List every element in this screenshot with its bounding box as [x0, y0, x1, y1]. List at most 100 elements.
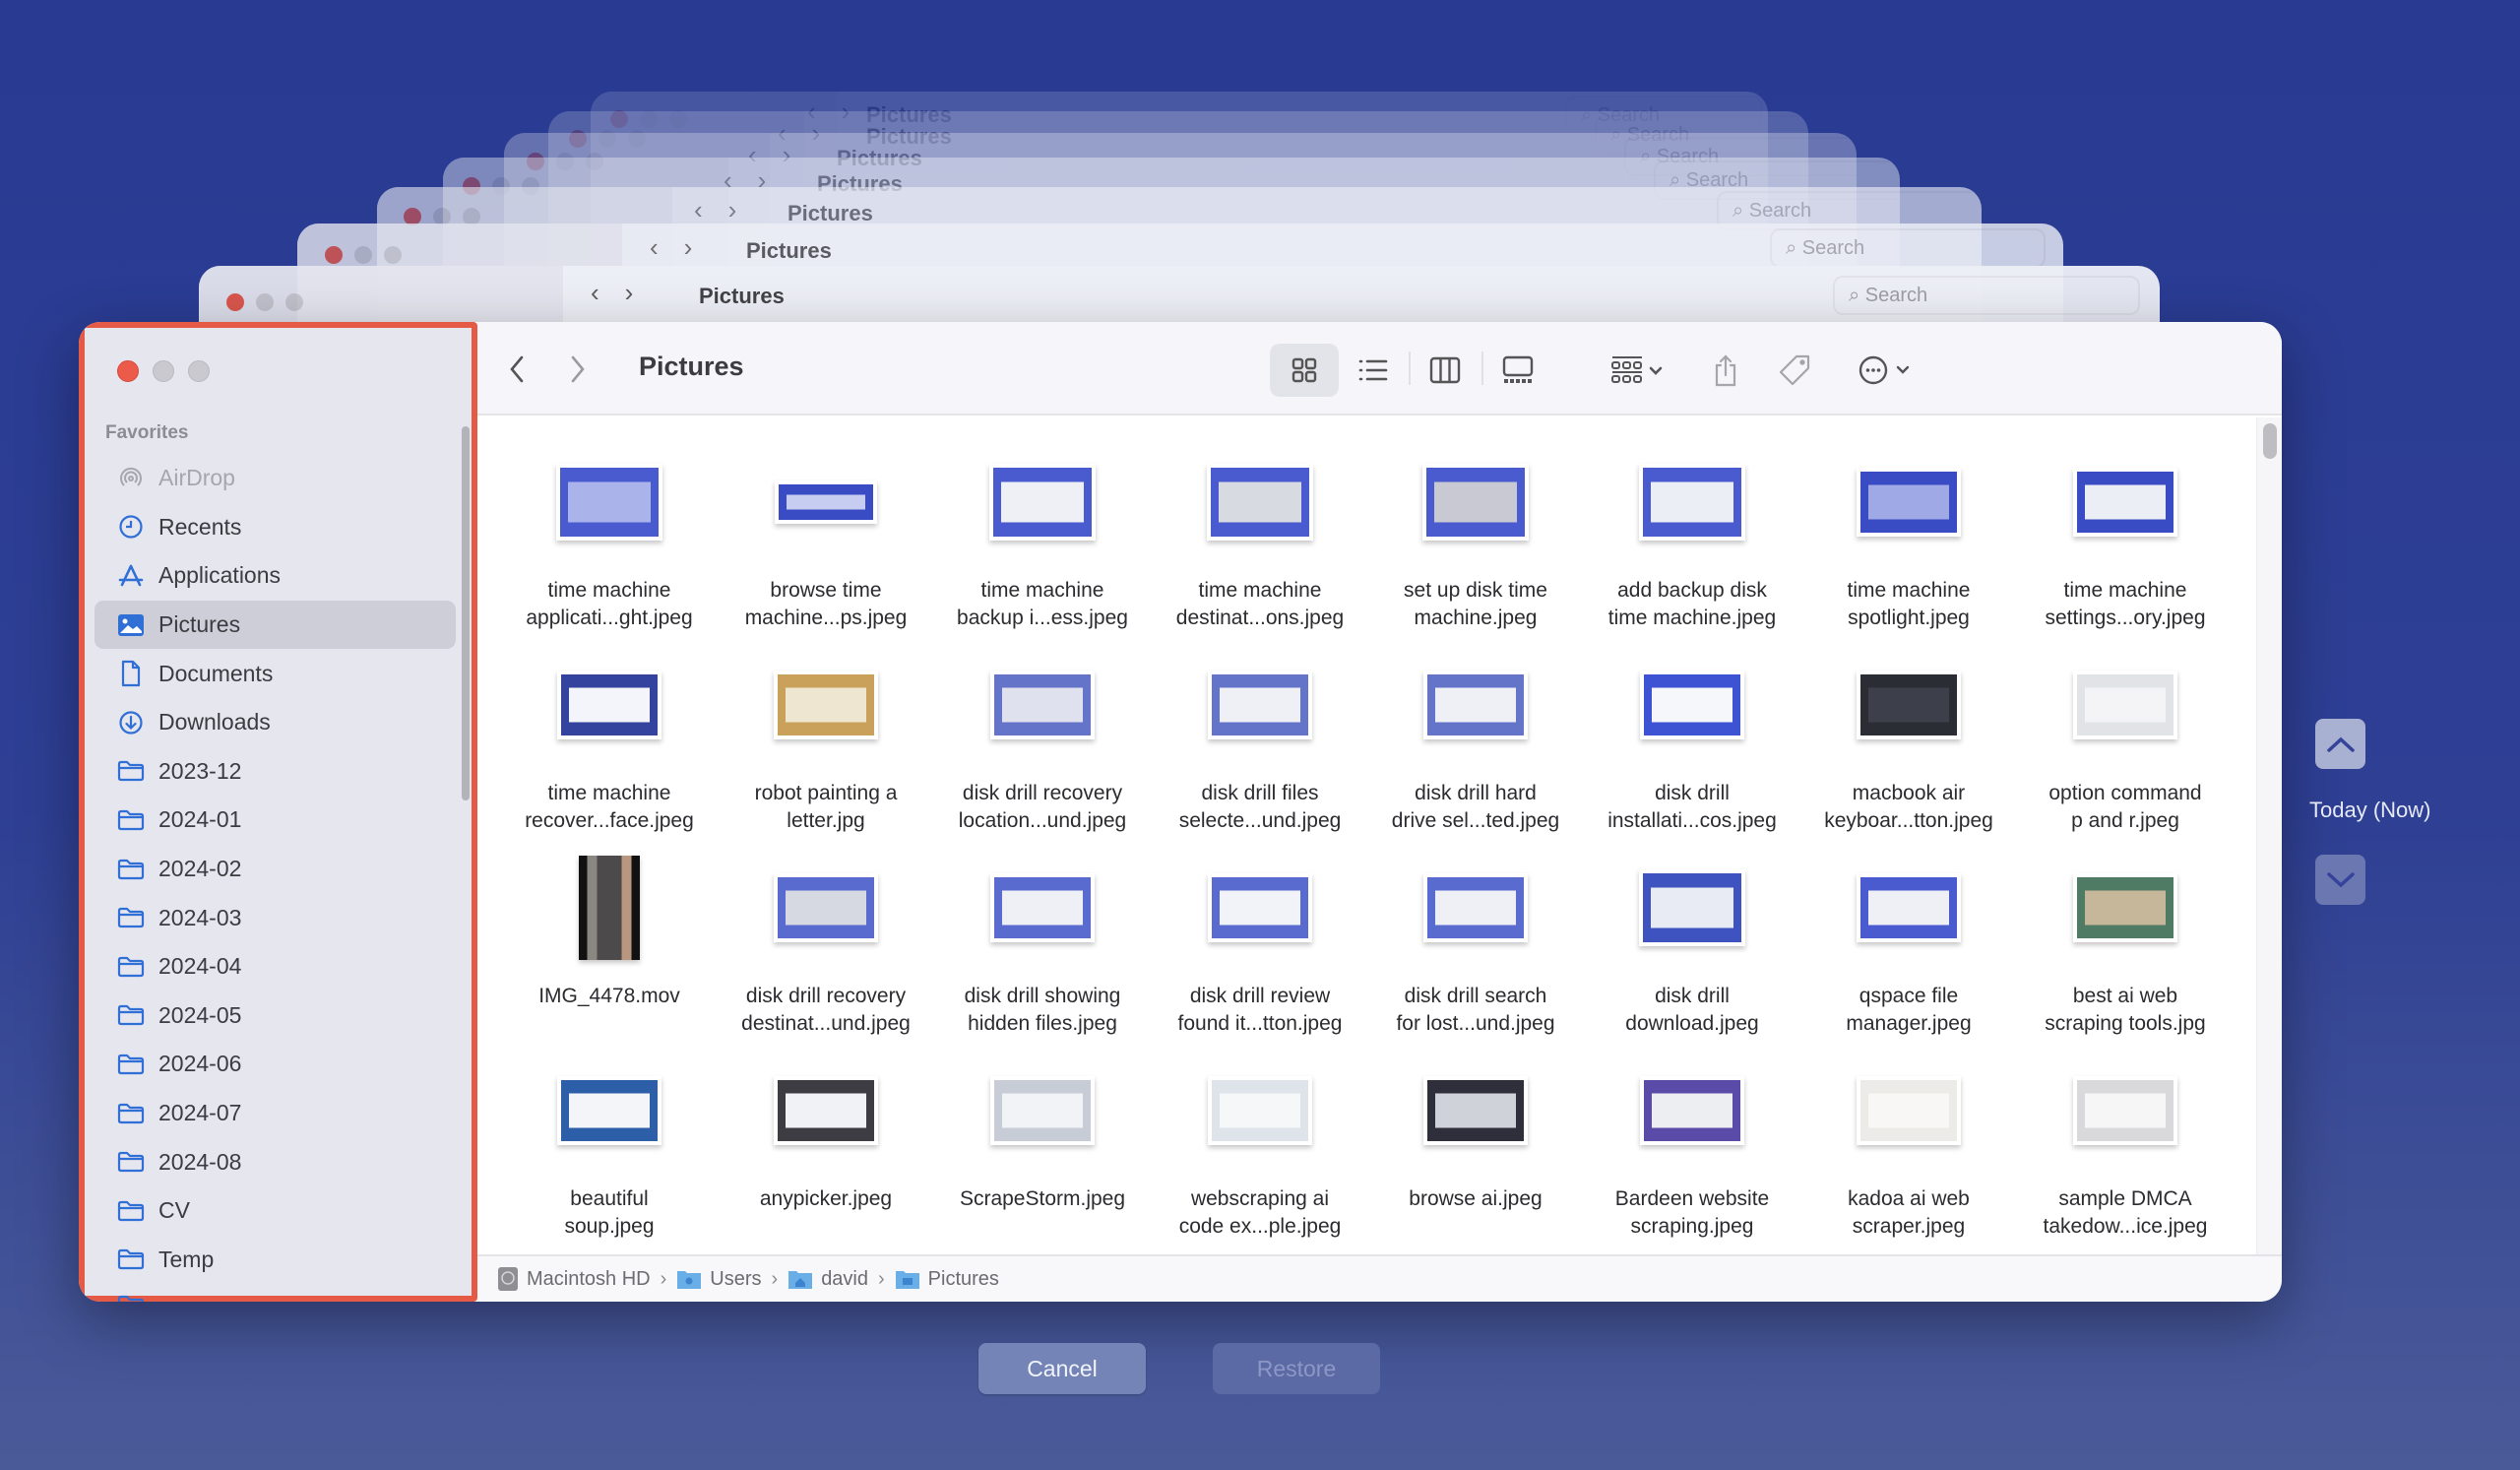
file-item[interactable]: disk drill review found it...tton.jpeg	[1157, 851, 1363, 1048]
file-item[interactable]: sample DMCA takedow...ice.jpeg	[2022, 1054, 2229, 1250]
file-item[interactable]: robot painting a letter.jpg	[723, 648, 929, 845]
file-item[interactable]: time machine spotlight.jpeg	[1805, 445, 2012, 642]
file-thumbnail	[2066, 648, 2184, 762]
history-nav-chevrons: ‹›	[591, 278, 660, 307]
sidebar-section-favorites: Favorites	[105, 422, 189, 443]
group-by-button[interactable]	[1600, 344, 1674, 397]
sidebar-item-2024-07[interactable]: 2024-07	[94, 1089, 456, 1138]
file-item[interactable]: disk drill recovery destinat...und.jpeg	[723, 851, 929, 1048]
sidebar-item-2024-02[interactable]: 2024-02	[94, 845, 456, 894]
sidebar-item-temp[interactable]: Temp	[94, 1236, 456, 1285]
sidebar-item-2024-04[interactable]: 2024-04	[94, 942, 456, 991]
list-view-button[interactable]	[1344, 344, 1403, 397]
file-item[interactable]: disk drill showing hidden files.jpeg	[939, 851, 1146, 1048]
file-item[interactable]: disk drill recovery location...und.jpeg	[939, 648, 1146, 845]
file-thumbnail	[1850, 445, 1968, 559]
file-name: browse time machine...ps.jpeg	[744, 579, 908, 629]
file-name: time machine settings...ory.jpeg	[2045, 579, 2206, 629]
file-name: kadoa ai web scraper.jpeg	[1848, 1187, 1970, 1238]
file-item[interactable]: qspace file manager.jpeg	[1805, 851, 2012, 1048]
path-crumb-david[interactable]: david	[788, 1268, 868, 1291]
file-thumbnail	[767, 445, 885, 559]
sidebar-item-downloads[interactable]: Downloads	[94, 698, 456, 747]
forward-button[interactable]	[558, 350, 598, 389]
timeline-up-button[interactable]	[2315, 719, 2365, 769]
file-item[interactable]: kadoa ai web scraper.jpeg	[1805, 1054, 2012, 1250]
file-item[interactable]: time machine settings...ory.jpeg	[2022, 445, 2229, 642]
folder-icon	[117, 1292, 145, 1302]
file-thumbnail	[2066, 1054, 2184, 1168]
grid-scrollbar-thumb[interactable]	[2263, 423, 2277, 459]
file-item[interactable]: time machine recover...face.jpeg	[506, 648, 713, 845]
file-item[interactable]: macbook air keyboar...tton.jpeg	[1805, 648, 2012, 845]
sidebar-item-2024-08[interactable]: 2024-08	[94, 1137, 456, 1186]
sidebar-item-2024-05[interactable]: 2024-05	[94, 991, 456, 1041]
timeline-down-button[interactable]	[2315, 855, 2365, 905]
sidebar-item-documents[interactable]: Documents	[94, 649, 456, 698]
share-button[interactable]	[1704, 344, 1747, 397]
file-item[interactable]: best ai web scraping tools.jpg	[2022, 851, 2229, 1048]
sidebar-item-label: 2024-01	[158, 806, 242, 833]
file-item[interactable]: browse time machine...ps.jpeg	[723, 445, 929, 642]
sidebar-item-2024-03[interactable]: 2024-03	[94, 893, 456, 942]
more-actions-button[interactable]	[1848, 344, 1922, 397]
path-crumb-users[interactable]: Users	[676, 1268, 762, 1291]
restore-button[interactable]: Restore	[1213, 1343, 1380, 1394]
sidebar-item-applications[interactable]: Applications	[94, 551, 456, 601]
column-view-button[interactable]	[1415, 344, 1476, 397]
file-name: set up disk time machine.jpeg	[1404, 579, 1547, 629]
file-item[interactable]: disk drill hard drive sel...ted.jpeg	[1372, 648, 1579, 845]
sidebar-item-pictures[interactable]: Pictures	[94, 600, 456, 650]
file-item[interactable]: browse ai.jpeg	[1372, 1054, 1579, 1250]
file-item[interactable]: time machine applicati...ght.jpeg	[506, 445, 713, 642]
zoom-button[interactable]	[188, 360, 210, 382]
cancel-button[interactable]: Cancel	[978, 1343, 1146, 1394]
grid-scrollbar[interactable]	[2256, 417, 2282, 1254]
file-thumbnail	[1633, 648, 1751, 762]
sidebar-item-label: AirDrop	[158, 465, 235, 491]
sidebar-item-2023-12[interactable]: 2023-12	[94, 747, 456, 797]
chevron-down-icon	[2326, 871, 2355, 887]
sidebar-item-recents[interactable]: Recents	[94, 503, 456, 552]
file-item[interactable]: disk drill download.jpeg	[1589, 851, 1796, 1048]
file-item[interactable]: set up disk time machine.jpeg	[1372, 445, 1579, 642]
folder-icon	[117, 856, 145, 883]
file-item[interactable]: ScrapeStorm.jpeg	[939, 1054, 1146, 1250]
file-thumbnail	[1417, 1054, 1535, 1168]
file-item[interactable]: time machine backup i...ess.jpeg	[939, 445, 1146, 642]
back-button[interactable]	[497, 350, 536, 389]
sidebar-item-airdrop[interactable]: AirDrop	[94, 454, 456, 503]
file-item[interactable]: add backup disk time machine.jpeg	[1589, 445, 1796, 642]
file-item[interactable]: beautiful soup.jpeg	[506, 1054, 713, 1250]
sidebar-item-2024-01[interactable]: 2024-01	[94, 796, 456, 845]
minimize-button[interactable]	[153, 360, 174, 382]
file-thumbnail	[1417, 445, 1535, 559]
file-item[interactable]: anypicker.jpeg	[723, 1054, 929, 1250]
file-item[interactable]: disk drill installati...cos.jpeg	[1589, 648, 1796, 845]
close-button[interactable]	[117, 360, 139, 382]
file-item[interactable]: disk drill files selecte...und.jpeg	[1157, 648, 1363, 845]
path-bar: Macintosh HD › Users › david › Pictures	[477, 1254, 2282, 1302]
file-name: robot painting a letter.jpg	[754, 782, 898, 832]
file-name: IMG_4478.mov	[538, 985, 680, 1007]
path-crumb-pictures[interactable]: Pictures	[895, 1268, 999, 1291]
gallery-view-button[interactable]	[1487, 344, 1548, 397]
file-item[interactable]: IMG_4478.mov	[506, 851, 713, 1048]
file-item[interactable]: webscraping ai code ex...ple.jpeg	[1157, 1054, 1363, 1250]
tag-button[interactable]	[1771, 344, 1818, 397]
sidebar-item-partial[interactable]	[94, 1284, 456, 1302]
file-thumbnail	[1201, 445, 1319, 559]
file-thumbnail	[1850, 648, 1968, 762]
airdrop-icon	[117, 465, 145, 492]
sidebar-scrollbar[interactable]	[462, 426, 470, 800]
file-name: disk drill recovery location...und.jpeg	[958, 782, 1127, 832]
file-item[interactable]: time machine destinat...ons.jpeg	[1157, 445, 1363, 642]
folder-icon	[117, 1051, 145, 1078]
file-item[interactable]: Bardeen website scraping.jpeg	[1589, 1054, 1796, 1250]
path-crumb-macintosh-hd[interactable]: Macintosh HD	[497, 1266, 651, 1292]
file-item[interactable]: disk drill search for lost...und.jpeg	[1372, 851, 1579, 1048]
sidebar-item-2024-06[interactable]: 2024-06	[94, 1040, 456, 1089]
icon-view-button[interactable]	[1270, 344, 1339, 397]
sidebar-item-cv[interactable]: CV	[94, 1186, 456, 1236]
file-item[interactable]: option command p and r.jpeg	[2022, 648, 2229, 845]
